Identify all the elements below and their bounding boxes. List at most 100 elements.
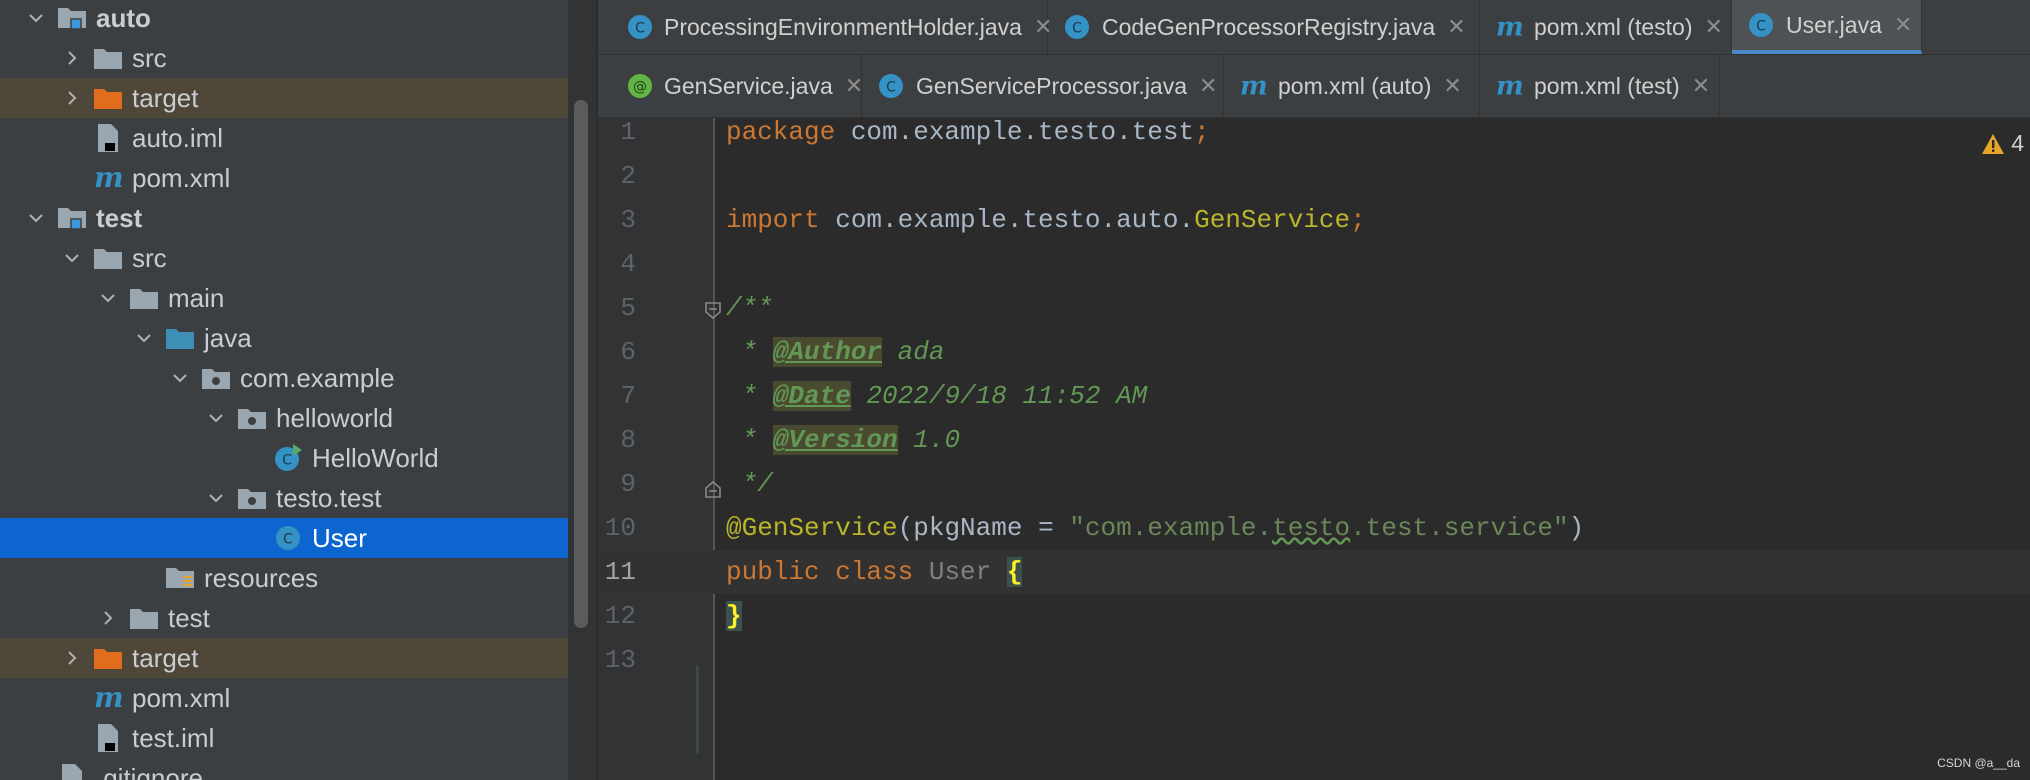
code-text: /** (726, 286, 773, 330)
close-icon[interactable]: ✕ (1704, 14, 1722, 40)
tree-item-pom-xml[interactable]: m pom.xml (0, 678, 568, 718)
code-line[interactable]: 6 * @Author ada (598, 330, 2030, 374)
code-token: * (726, 381, 773, 411)
chevron-down-icon[interactable] (204, 406, 228, 430)
code-line[interactable]: 10 @GenService(pkgName = "com.example.tes… (598, 506, 2030, 550)
tree-item-test-iml[interactable]: test.iml (0, 718, 568, 758)
close-icon[interactable]: ✕ (1894, 12, 1912, 38)
maven-icon: m (92, 163, 124, 193)
code-line[interactable]: 4 (598, 242, 2030, 286)
chevron-down-icon[interactable] (132, 326, 156, 350)
package-icon (236, 403, 268, 433)
editor-tab-pom-xml-auto[interactable]: m pom.xml (auto) ✕ (1224, 55, 1480, 117)
editor-tab-pom-xml-testo[interactable]: m pom.xml (testo) ✕ (1480, 0, 1732, 54)
tree-item-test[interactable]: test (0, 198, 568, 238)
code-text: public class User { (726, 550, 1023, 594)
tab-label: CodeGenProcessorRegistry.java (1102, 13, 1436, 40)
code-token: } (726, 601, 742, 631)
svg-text:@: @ (633, 79, 647, 95)
editor-tab-user-java[interactable]: C User.java ✕ (1732, 0, 1922, 54)
editor-tab-pom-xml-test[interactable]: m pom.xml (test) ✕ (1480, 55, 1720, 117)
code-line[interactable]: 7 * @Date 2022/9/18 11:52 AM (598, 374, 2030, 418)
tree-item-main[interactable]: main (0, 278, 568, 318)
chevron-down-icon[interactable] (60, 246, 84, 270)
close-icon[interactable]: ✕ (1443, 73, 1461, 99)
tree-item-test[interactable]: test (0, 598, 568, 638)
svg-text:m: m (1496, 14, 1524, 40)
folder-icon (92, 243, 124, 273)
code-line[interactable]: 2 (598, 154, 2030, 198)
code-token: ) (1568, 513, 1585, 543)
maven-icon: m (1494, 71, 1524, 101)
code-editor[interactable]: 4 1 package com.example.testo.test; 2 3 impo… (598, 117, 2030, 780)
code-token: /** (726, 293, 773, 323)
editor-tab-processingenvironmentholder-java[interactable]: C ProcessingEnvironmentHolder.java ✕ (612, 0, 1052, 54)
tree-item-user[interactable]: C User (0, 518, 568, 558)
tree-item-target[interactable]: target (0, 78, 568, 118)
tree-item-resources[interactable]: resources (0, 558, 568, 598)
tree-item-gitignore[interactable]: .gitignore (0, 758, 568, 780)
tree-item-pom-xml[interactable]: m pom.xml (0, 158, 568, 198)
code-token: "com.example. (1069, 513, 1273, 543)
chevron-right-icon[interactable] (60, 46, 84, 70)
close-icon[interactable]: ✕ (1692, 73, 1710, 99)
line-number: 5 (620, 293, 636, 323)
code-token: ada (882, 337, 945, 367)
code-token: * (726, 425, 773, 455)
tree-item-helloworld[interactable]: C HelloWorld (0, 438, 568, 478)
code-line[interactable]: 11 public class User { (598, 550, 2030, 594)
tree-item-label: testo.test (276, 482, 382, 513)
tree-item-label: java (204, 322, 252, 353)
code-token: testo (1272, 513, 1351, 543)
tree-item-label: main (168, 282, 225, 313)
folder-icon (128, 603, 160, 633)
chevron-right-icon[interactable] (60, 646, 84, 670)
tree-item-testo-test[interactable]: testo.test (0, 478, 568, 518)
line-number: 11 (604, 557, 636, 587)
editor-tab-genservice-java[interactable]: @ GenService.java ✕ (612, 55, 863, 117)
editor-tab-genserviceprocessor-java[interactable]: C GenServiceProcessor.java ✕ (862, 55, 1224, 117)
tab-label: User.java (1786, 11, 1882, 38)
code-line[interactable]: 3 import com.example.testo.auto.GenServic… (598, 198, 2030, 242)
chevron-down-icon[interactable] (168, 366, 192, 390)
chevron-down-icon[interactable] (96, 286, 120, 310)
tree-item-auto[interactable]: auto (0, 0, 568, 38)
close-icon[interactable]: ✕ (845, 73, 863, 99)
chevron-right-icon[interactable] (60, 86, 84, 110)
package-icon (200, 363, 232, 393)
tree-item-java[interactable]: java (0, 318, 568, 358)
class-icon: C (1746, 10, 1776, 40)
tree-item-target[interactable]: target (0, 638, 568, 678)
chevron-down-icon[interactable] (204, 486, 228, 510)
tree-item-src[interactable]: src (0, 38, 568, 78)
close-icon[interactable]: ✕ (1447, 14, 1465, 40)
package-icon (236, 483, 268, 513)
code-line[interactable]: 5 /** (598, 286, 2030, 330)
close-icon[interactable]: ✕ (1199, 73, 1217, 99)
chevron-down-icon[interactable] (24, 206, 48, 230)
editor-tab-codegenprocessorregistry-java[interactable]: C CodeGenProcessorRegistry.java ✕ (1048, 0, 1480, 54)
code-token: com.example.testo.auto. (819, 205, 1195, 235)
code-line[interactable]: 8 * @Version 1.0 (598, 418, 2030, 462)
tree-item-helloworld[interactable]: helloworld (0, 398, 568, 438)
chevron-right-icon[interactable] (96, 606, 120, 630)
svg-text:m: m (1240, 73, 1268, 99)
code-line[interactable]: 1 package com.example.testo.test; (598, 110, 2030, 154)
line-number: 3 (620, 205, 636, 235)
tree-item-src[interactable]: src (0, 238, 568, 278)
tab-label: ProcessingEnvironmentHolder.java (664, 13, 1022, 40)
code-line[interactable]: 12} (598, 594, 2030, 638)
chevron-down-icon[interactable] (24, 6, 48, 30)
tree-scrollbar[interactable] (574, 100, 588, 628)
tree-item-label: target (132, 82, 199, 113)
code-line[interactable]: 13 (598, 638, 2030, 682)
tree-item-label: test (168, 602, 210, 633)
code-line[interactable]: 9 */ (598, 462, 2030, 506)
tree-item-auto-iml[interactable]: auto.iml (0, 118, 568, 158)
code-token: @Version (772, 425, 898, 455)
tree-item-label: src (132, 42, 167, 73)
tree-item-com-example[interactable]: com.example (0, 358, 568, 398)
project-tree: auto src target auto.iml m pom.xml test src main… (0, 0, 568, 780)
